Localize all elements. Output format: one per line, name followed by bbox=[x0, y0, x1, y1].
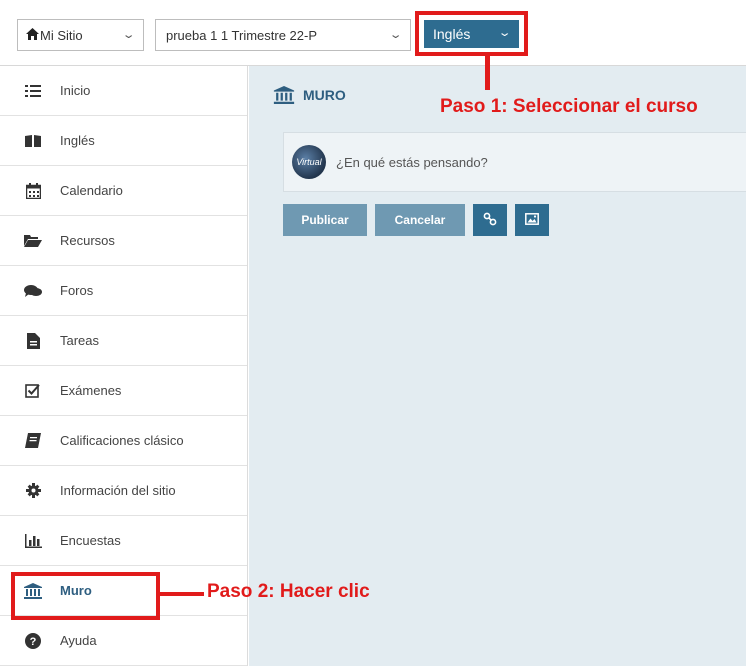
sidebar-item-label: Calificaciones clásico bbox=[60, 433, 184, 448]
sidebar-item-label: Información del sitio bbox=[60, 483, 176, 498]
calendar-icon bbox=[24, 182, 42, 200]
site-select-label: Mi Sitio bbox=[40, 27, 83, 43]
sidebar-item-tareas[interactable]: Tareas bbox=[0, 316, 247, 366]
home-icon bbox=[26, 27, 39, 43]
sidebar-item-label: Recursos bbox=[60, 233, 115, 248]
sidebar-item-label: Inglés bbox=[60, 133, 95, 148]
sidebar-item-calificaciones[interactable]: Calificaciones clásico bbox=[0, 416, 247, 466]
page-title: MURO bbox=[273, 86, 346, 104]
file-icon bbox=[24, 332, 42, 350]
top-bar: Mi Sitio ⌄ prueba 1 1 Trimestre 22-P ⌄ I… bbox=[0, 0, 746, 66]
cog-icon bbox=[24, 482, 42, 500]
sidebar-item-label: Muro bbox=[60, 583, 92, 598]
chevron-down-icon: ⌄ bbox=[121, 29, 136, 41]
institution-icon bbox=[273, 86, 295, 104]
subject-select[interactable]: Inglés ⌄ bbox=[424, 20, 519, 48]
list-icon bbox=[24, 82, 42, 100]
check-square-icon bbox=[24, 382, 42, 400]
sidebar-item-label: Tareas bbox=[60, 333, 100, 348]
sidebar-item-ingles[interactable]: Inglés bbox=[0, 116, 247, 166]
avatar: Virtual bbox=[292, 145, 326, 179]
course-select[interactable]: prueba 1 1 Trimestre 22-P ⌄ bbox=[155, 19, 411, 51]
sidebar-item-recursos[interactable]: Recursos bbox=[0, 216, 247, 266]
sidebar-item-informacion[interactable]: Información del sitio bbox=[0, 466, 247, 516]
gradebook-icon bbox=[24, 432, 42, 450]
sidebar-item-examenes[interactable]: Exámenes bbox=[0, 366, 247, 416]
post-input[interactable]: Virtual ¿En qué estás pensando? bbox=[283, 132, 746, 192]
sidebar-item-label: Exámenes bbox=[60, 383, 122, 398]
sidebar-item-label: Calendario bbox=[60, 183, 123, 198]
add-image-button[interactable] bbox=[515, 204, 549, 236]
post-placeholder: ¿En qué estás pensando? bbox=[336, 154, 488, 170]
bar-chart-icon bbox=[24, 532, 42, 550]
step2-connector bbox=[160, 592, 204, 596]
chevron-down-icon: ⌄ bbox=[388, 29, 403, 41]
subject-highlight-box: Inglés ⌄ bbox=[415, 11, 528, 56]
publish-button[interactable]: Publicar bbox=[283, 204, 367, 236]
sidebar-item-foros[interactable]: Foros bbox=[0, 266, 247, 316]
site-select[interactable]: Mi Sitio ⌄ bbox=[17, 19, 144, 51]
link-icon bbox=[483, 212, 497, 229]
chevron-down-icon: ⌄ bbox=[497, 27, 512, 39]
page-title-text: MURO bbox=[303, 87, 346, 103]
course-select-label: prueba 1 1 Trimestre 22-P bbox=[166, 27, 318, 43]
svg-text:?: ? bbox=[30, 636, 37, 648]
book-icon bbox=[24, 132, 42, 150]
step2-annotation: Paso 2: Hacer clic bbox=[207, 581, 370, 602]
post-actions: Publicar Cancelar bbox=[283, 204, 549, 236]
sidebar: Inicio Inglés Calendario Recursos Foros … bbox=[0, 66, 248, 666]
question-circle-icon: ? bbox=[24, 632, 42, 650]
step1-connector bbox=[485, 56, 490, 90]
sidebar-item-label: Foros bbox=[60, 283, 94, 298]
image-icon bbox=[525, 212, 539, 228]
sidebar-item-encuestas[interactable]: Encuestas bbox=[0, 516, 247, 566]
add-link-button[interactable] bbox=[473, 204, 507, 236]
institution-icon bbox=[24, 582, 42, 600]
subject-select-label: Inglés bbox=[433, 26, 471, 42]
step1-annotation: Paso 1: Seleccionar el curso bbox=[440, 96, 698, 117]
folder-open-icon bbox=[24, 232, 42, 250]
sidebar-item-label: Inicio bbox=[60, 83, 91, 98]
main-content: MURO Virtual ¿En qué estás pensando? Pub… bbox=[249, 66, 746, 666]
sidebar-item-label: Ayuda bbox=[60, 633, 97, 648]
comments-icon bbox=[24, 282, 42, 300]
sidebar-item-label: Encuestas bbox=[60, 533, 121, 548]
sidebar-item-calendario[interactable]: Calendario bbox=[0, 166, 247, 216]
sidebar-item-ayuda[interactable]: ? Ayuda bbox=[0, 616, 247, 666]
cancel-button[interactable]: Cancelar bbox=[375, 204, 465, 236]
sidebar-item-inicio[interactable]: Inicio bbox=[0, 66, 247, 116]
